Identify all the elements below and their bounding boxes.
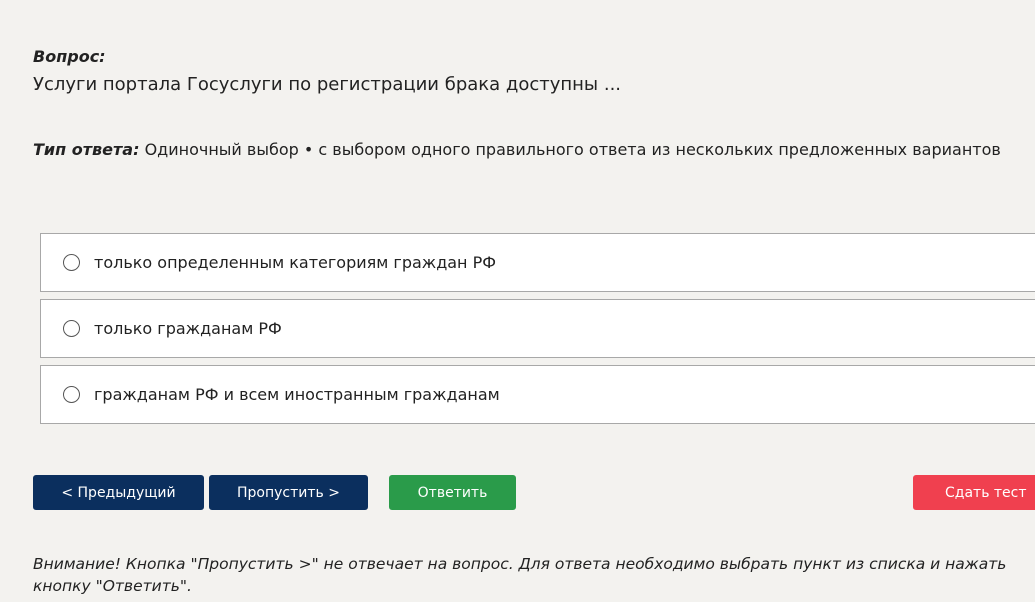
radio-button[interactable] — [63, 320, 80, 337]
test-page: Вопрос: Услуги портала Госуслуги по реги… — [0, 0, 1035, 602]
answer-type-value: Одиночный выбор • с выбором одного прави… — [144, 140, 1001, 159]
radio-button[interactable] — [63, 254, 80, 271]
answer-type-label: Тип ответа: — [33, 140, 140, 159]
answer-option-label: только гражданам РФ — [94, 319, 282, 338]
finish-test-button[interactable]: Сдать тест — [913, 475, 1035, 510]
answer-option[interactable]: только гражданам РФ — [40, 299, 1035, 358]
skip-warning-text: Внимание! Кнопка "Пропустить >" не отвеч… — [33, 555, 1007, 595]
answer-option-label: только определенным категориям граждан Р… — [94, 253, 497, 272]
answer-options: только определенным категориям граждан Р… — [40, 233, 1035, 431]
question-label: Вопрос: — [33, 47, 106, 66]
answer-type: Тип ответа: Одиночный выбор • с выбором … — [33, 140, 1001, 159]
answer-button[interactable]: Ответить — [389, 475, 516, 510]
radio-button[interactable] — [63, 386, 80, 403]
skip-button[interactable]: Пропустить > — [209, 475, 368, 510]
answer-option-label: гражданам РФ и всем иностранным граждана… — [94, 385, 500, 404]
previous-button[interactable]: < Предыдущий — [33, 475, 204, 510]
question-text: Услуги портала Госуслуги по регистрации … — [33, 74, 622, 95]
answer-option[interactable]: гражданам РФ и всем иностранным граждана… — [40, 365, 1035, 424]
answer-option[interactable]: только определенным категориям граждан Р… — [40, 233, 1035, 292]
